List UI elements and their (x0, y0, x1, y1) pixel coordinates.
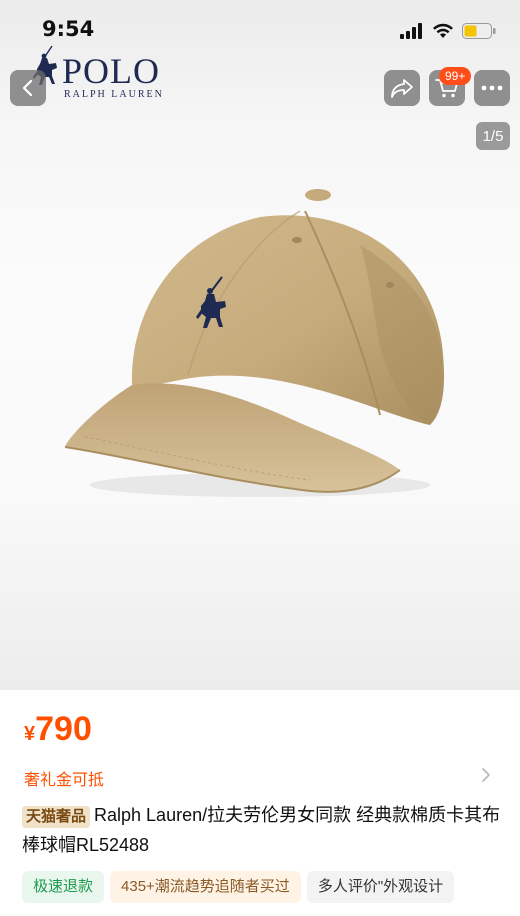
status-time: 9:54 (42, 17, 95, 41)
price-currency: ¥ (24, 723, 36, 745)
more-icon (481, 85, 503, 91)
share-icon (391, 79, 413, 98)
price: ¥790 (24, 710, 92, 749)
tag-fast-refund[interactable]: 极速退款 (22, 871, 105, 903)
share-button[interactable] (384, 70, 420, 106)
chevron-right-icon[interactable] (480, 766, 492, 784)
tag-reviews[interactable]: 多人评价"外观设计 (306, 871, 455, 903)
product-tags: 极速退款 435+潮流趋势追随者买过 多人评价"外观设计 (22, 871, 520, 903)
brand-name: POLO (62, 51, 161, 91)
wifi-icon (433, 23, 453, 38)
product-info: ¥790 奢礼金可抵 天猫奢品 Ralph Lauren/拉夫劳伦男女同款 经典款… (0, 690, 520, 916)
cart-count-badge: 99+ (439, 67, 472, 85)
image-page-indicator: 1/5 (476, 122, 510, 150)
product-title: 天猫奢品 Ralph Lauren/拉夫劳伦男女同款 经典款棉质卡其布棒球帽RL5… (22, 800, 502, 860)
brand-subtitle: RALPH LAUREN (64, 89, 164, 100)
more-button[interactable] (474, 70, 510, 106)
price-amount: 790 (35, 710, 92, 748)
back-button[interactable] (10, 70, 46, 106)
signal-icon (400, 23, 422, 39)
promo-link[interactable]: 奢礼金可抵 (24, 766, 104, 790)
store-badge: 天猫奢品 (22, 806, 91, 828)
product-gallery[interactable]: 9:54 POLO RALPH LAUREN 99+ 1/5 (0, 0, 520, 690)
product-title-text: Ralph Lauren/拉夫劳伦男女同款 经典款棉质卡其布棒球帽RL52488 (22, 805, 501, 855)
product-image[interactable] (60, 185, 460, 505)
tag-buyers[interactable]: 435+潮流趋势追随者买过 (110, 871, 301, 903)
brand-logo[interactable]: POLO RALPH LAUREN (26, 45, 176, 110)
status-bar: 9:54 (0, 0, 520, 56)
chevron-left-icon (22, 79, 33, 97)
battery-icon (462, 23, 496, 39)
status-icons (400, 20, 496, 42)
